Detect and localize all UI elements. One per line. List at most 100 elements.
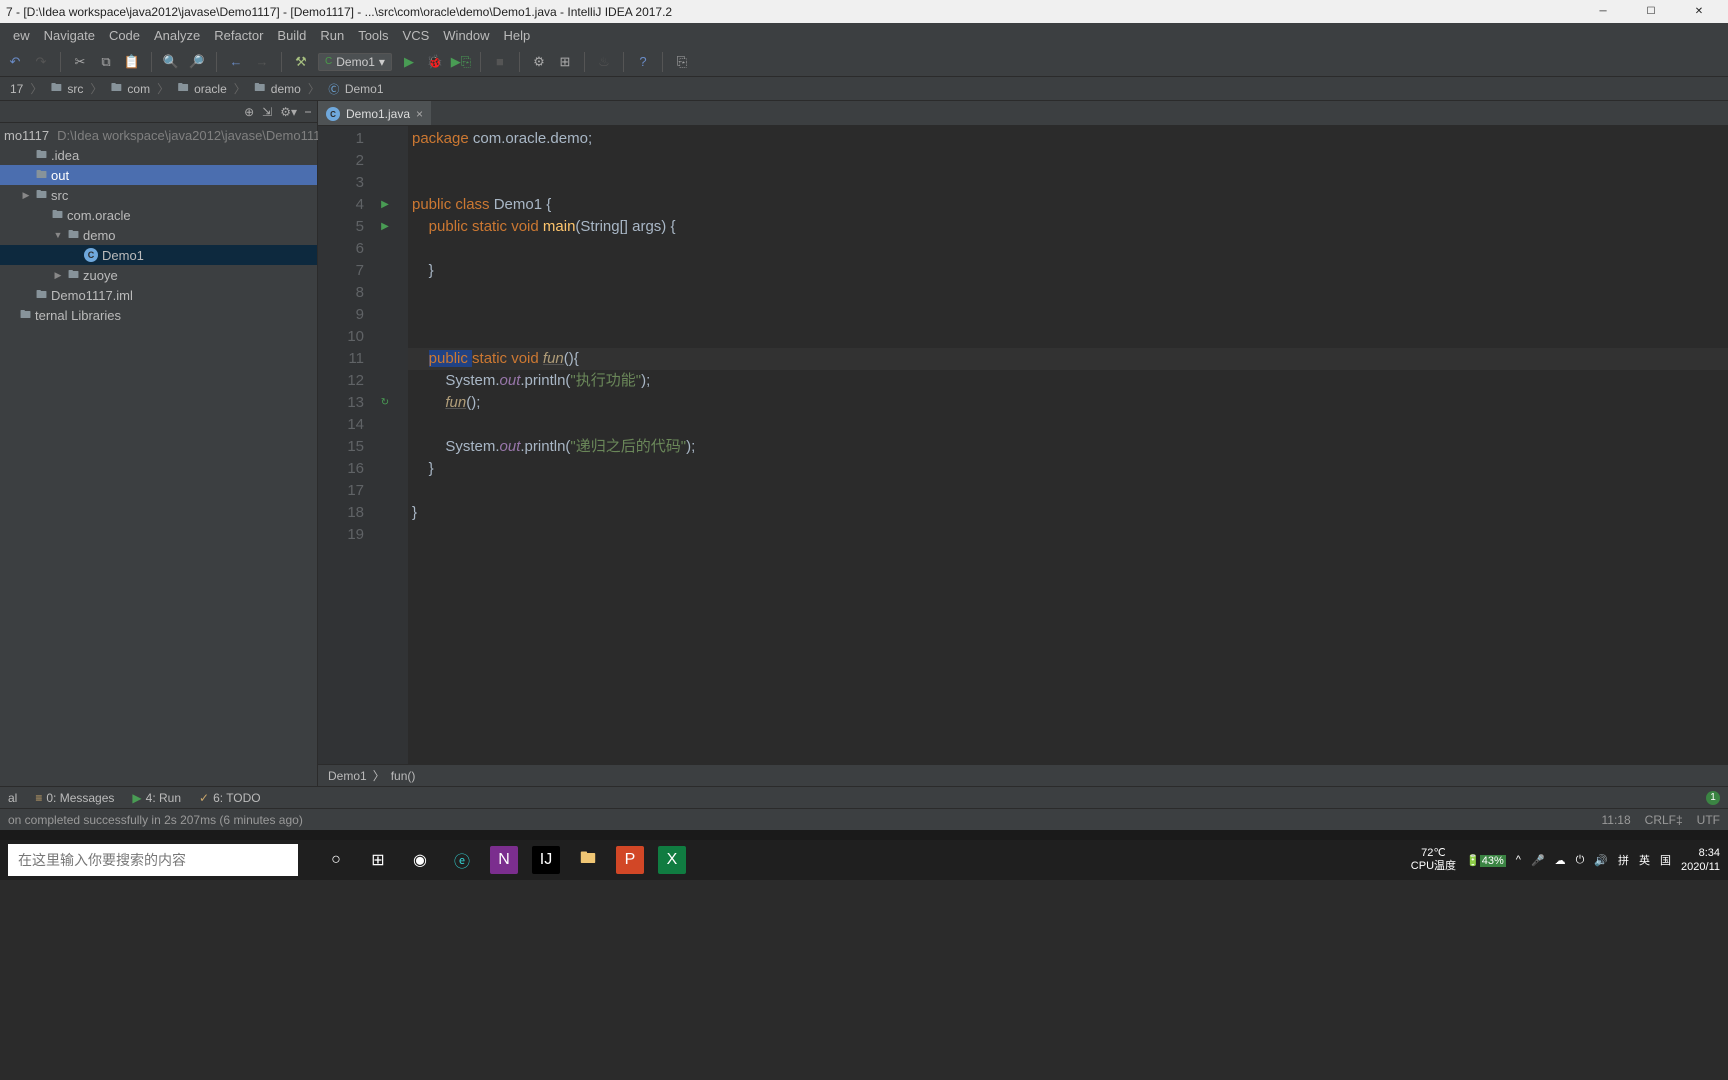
crumb-src[interactable]: 🖿src: [45, 82, 87, 96]
crumb-class[interactable]: ⒸDemo1: [323, 82, 388, 96]
menu-navigate[interactable]: Navigate: [37, 28, 102, 43]
class-icon: C: [84, 248, 98, 262]
redo-icon[interactable]: ↷: [32, 53, 50, 71]
encoding[interactable]: UTF: [1697, 813, 1720, 827]
intellij-icon[interactable]: IJ: [532, 846, 560, 874]
copy-icon[interactable]: ⧉: [97, 53, 115, 71]
build-icon[interactable]: ⚒: [292, 53, 310, 71]
status-message: on completed successfully in 2s 207ms (6…: [8, 813, 1588, 827]
menu-tools[interactable]: Tools: [351, 28, 395, 43]
powerpoint-icon[interactable]: P: [616, 846, 644, 874]
forward-icon[interactable]: →: [253, 53, 271, 71]
menu-code[interactable]: Code: [102, 28, 147, 43]
folder-icon: 🖿: [109, 82, 123, 96]
collapse-icon[interactable]: ⇲: [262, 105, 272, 119]
cut-icon[interactable]: ✂: [71, 53, 89, 71]
run-icon[interactable]: ▶: [400, 53, 418, 71]
run-config-combo[interactable]: C Demo1 ▾: [318, 53, 392, 71]
cloud-icon[interactable]: ☁: [1555, 854, 1566, 867]
replace-icon[interactable]: 🔎: [188, 53, 206, 71]
code-area[interactable]: package com.oracle.demo; public class De…: [408, 126, 1728, 764]
share-icon[interactable]: ⎘: [673, 53, 691, 71]
menu-run[interactable]: Run: [313, 28, 351, 43]
menu-window[interactable]: Window: [436, 28, 496, 43]
crumb-class-btm[interactable]: Demo1: [328, 769, 367, 783]
menu-ew[interactable]: ew: [6, 28, 37, 43]
crumb-com[interactable]: 🖿com: [105, 82, 154, 96]
caret-position[interactable]: 11:18: [1602, 813, 1631, 827]
close-button[interactable]: ✕: [1676, 2, 1722, 22]
excel-icon[interactable]: X: [658, 846, 686, 874]
debug-icon[interactable]: 🐞: [426, 53, 444, 71]
cpu-temp[interactable]: 72℃CPU温度: [1411, 847, 1456, 873]
ime-icon[interactable]: 拼: [1618, 852, 1629, 868]
explorer-icon[interactable]: 🖿: [574, 846, 602, 874]
tree-item-out[interactable]: 🖿 out: [0, 165, 317, 185]
menu-build[interactable]: Build: [270, 28, 313, 43]
volume-icon[interactable]: 🔊: [1594, 854, 1608, 867]
menu-help[interactable]: Help: [497, 28, 538, 43]
settings-icon[interactable]: ⚙: [530, 53, 548, 71]
code-editor[interactable]: 12345678910111213141516171819 ▶▶↻ packag…: [318, 126, 1728, 764]
taskbar-clock[interactable]: 8:342020/11: [1681, 846, 1720, 875]
edge-icon[interactable]: ⓔ: [448, 846, 476, 874]
tree-item-ternal-Libraries[interactable]: 🖿 ternal Libraries: [0, 305, 317, 325]
tw-messages[interactable]: ≡0: Messages: [35, 791, 114, 805]
event-badge[interactable]: 1: [1706, 791, 1720, 805]
wifi-icon[interactable]: ⏻: [1576, 854, 1585, 867]
stop-icon[interactable]: ■: [491, 53, 509, 71]
target-icon[interactable]: ⊕: [244, 105, 254, 119]
crumb-oracle[interactable]: 🖿oracle: [172, 82, 231, 96]
project-tree[interactable]: mo1117D:\Idea workspace\java2012\javase\…: [0, 123, 317, 327]
maximize-button[interactable]: ☐: [1628, 2, 1674, 22]
gear-icon[interactable]: ⚙▾: [280, 105, 297, 119]
onenote-icon[interactable]: N: [490, 846, 518, 874]
windows-search[interactable]: 在这里输入你要搜索的内容: [8, 844, 298, 876]
minimize-button[interactable]: ─: [1580, 2, 1626, 22]
battery-icon[interactable]: 🔋43%: [1466, 854, 1506, 867]
undo-icon[interactable]: ↶: [6, 53, 24, 71]
help-icon[interactable]: ?: [634, 53, 652, 71]
cortana-icon[interactable]: ○: [322, 846, 350, 874]
tree-item-com-oracle[interactable]: 🖿 com.oracle: [0, 205, 317, 225]
close-icon[interactable]: ×: [416, 107, 423, 121]
tab-demo1[interactable]: C Demo1.java ×: [318, 101, 431, 125]
tree-item-Demo1[interactable]: C Demo1: [0, 245, 317, 265]
back-icon[interactable]: ←: [227, 53, 245, 71]
editor-pane: C Demo1.java × 1234567891011121314151617…: [318, 101, 1728, 786]
menu-analyze[interactable]: Analyze: [147, 28, 207, 43]
menu-vcs[interactable]: VCS: [396, 28, 437, 43]
tw-todo[interactable]: ✓6: TODO: [199, 791, 261, 805]
line-ending[interactable]: CRLF‡: [1645, 813, 1683, 827]
chrome-icon[interactable]: ◉: [406, 846, 434, 874]
hide-icon[interactable]: ⎯: [305, 104, 311, 119]
crumb-method[interactable]: fun(): [391, 769, 416, 783]
tree-item-src[interactable]: ▶🖿 src: [0, 185, 317, 205]
folder-icon: 🖿: [68, 266, 79, 285]
tree-item-demo[interactable]: ▼🖿 demo: [0, 225, 317, 245]
find-icon[interactable]: 🔍: [162, 53, 180, 71]
structure-icon[interactable]: ⊞: [556, 53, 574, 71]
menu-refactor[interactable]: Refactor: [207, 28, 270, 43]
crumb-demo[interactable]: 🖿demo: [249, 82, 305, 96]
file-icon: 🖿: [36, 286, 47, 305]
tree-item-Demo1117-iml[interactable]: 🖿 Demo1117.iml: [0, 285, 317, 305]
ime-mode[interactable]: 英: [1639, 852, 1650, 868]
crumb-project[interactable]: 17: [6, 82, 27, 96]
main-area: ⊕ ⇲ ⚙▾ ⎯ mo1117D:\Idea workspace\java201…: [0, 101, 1728, 786]
run-icon: ▶: [132, 791, 141, 805]
tree-item-zuoye[interactable]: ▶🖿 zuoye: [0, 265, 317, 285]
tw-run[interactable]: ▶4: Run: [132, 791, 181, 805]
run-config-label: Demo1: [336, 55, 375, 69]
nav-breadcrumbs: 17〉 🖿src〉 🖿com〉 🖿oracle〉 🖿demo〉 ⒸDemo1: [0, 77, 1728, 101]
tree-item--idea[interactable]: 🖿 .idea: [0, 145, 317, 165]
sdk-icon[interactable]: ♨: [595, 53, 613, 71]
tw-terminal[interactable]: al: [8, 791, 17, 805]
ime-nat[interactable]: 国: [1660, 852, 1671, 868]
coverage-icon[interactable]: ▶⎘: [452, 53, 470, 71]
tray-expand-icon[interactable]: ^: [1516, 854, 1521, 866]
tree-root[interactable]: mo1117D:\Idea workspace\java2012\javase\…: [0, 125, 317, 145]
task-view-icon[interactable]: ⊞: [364, 846, 392, 874]
paste-icon[interactable]: 📋: [123, 53, 141, 71]
mic-icon[interactable]: 🎤: [1531, 854, 1545, 867]
